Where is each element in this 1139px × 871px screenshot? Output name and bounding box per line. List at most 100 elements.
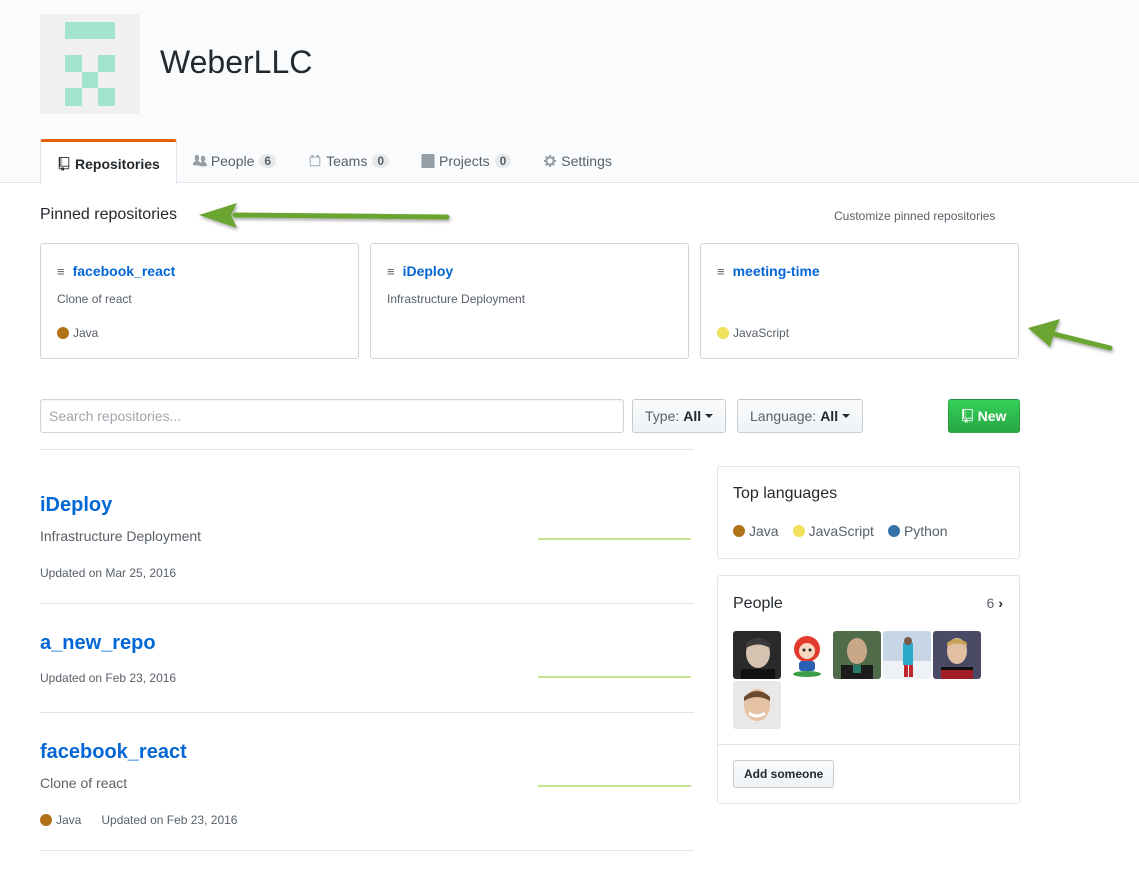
top-languages-list: Java JavaScript Python: [733, 523, 1004, 539]
people-avatars: [733, 631, 993, 729]
language-filter-label: Language:: [750, 408, 817, 424]
top-languages-box: Top languages Java JavaScript Python: [717, 466, 1020, 559]
language-item[interactable]: Java: [733, 523, 779, 539]
org-header: WeberLLC Repositories People 6 Teams 0 P…: [0, 0, 1139, 184]
tab-label: Settings: [561, 153, 612, 169]
pinned-repo-card: ≡ meeting-time JavaScript: [700, 243, 1019, 359]
divider: [40, 850, 694, 851]
repo-name-link[interactable]: facebook_react: [40, 741, 187, 763]
divider: [40, 712, 694, 713]
language-item[interactable]: JavaScript: [792, 523, 874, 539]
pinned-repo-link[interactable]: iDeploy: [403, 263, 454, 279]
pinned-title: Pinned repositories: [40, 206, 177, 223]
language-name: JavaScript: [733, 326, 790, 340]
teams-icon: [308, 154, 322, 168]
repo-list-item: iDeploy Infrastructure Deployment Update…: [40, 494, 694, 594]
repo-lines-icon: ≡: [57, 263, 65, 279]
avatar[interactable]: [933, 631, 981, 679]
type-filter-select[interactable]: Type: All: [632, 399, 727, 433]
org-name: WeberLLC: [160, 44, 313, 80]
repo-list-item: facebook_react Clone of react Java Updat…: [40, 741, 694, 841]
repo-lines-icon: ≡: [717, 263, 725, 279]
people-title: People: [733, 595, 783, 612]
language-color-dot: [733, 525, 745, 537]
language-color-dot: [887, 525, 900, 537]
tab-label: People: [210, 153, 255, 169]
type-filter-label: Type:: [645, 408, 680, 424]
tab-counter: 0: [372, 154, 390, 168]
tab-label: Projects: [439, 153, 490, 169]
avatar[interactable]: [733, 681, 781, 729]
top-languages-title: Top languages: [733, 485, 838, 502]
repo-description: Clone of react: [40, 775, 128, 791]
people-box: People 6 › Add someone: [717, 575, 1020, 804]
divider: [40, 603, 694, 604]
pinned-repo-description: Infrastructure Deployment: [387, 292, 526, 306]
caret-down-icon: [705, 414, 714, 418]
pinned-repo-link[interactable]: meeting-time: [733, 263, 820, 279]
language-color-dot: [40, 814, 52, 826]
repo-description: Infrastructure Deployment: [40, 528, 202, 544]
tab-people[interactable]: People 6: [177, 139, 292, 183]
org-tabs: Repositories People 6 Teams 0 Projects 0: [40, 139, 628, 184]
repo-meta: Java Updated on Feb 23, 2016: [40, 813, 694, 827]
type-filter-value: All: [683, 408, 702, 424]
pinned-repo-language: Java: [57, 326, 98, 340]
search-repositories-input[interactable]: [40, 399, 624, 433]
language-color-dot: [57, 327, 69, 339]
people-icon: [192, 154, 207, 168]
people-count-link[interactable]: 6 ›: [987, 595, 1003, 611]
avatar[interactable]: [833, 631, 881, 679]
language-filter-value: All: [820, 408, 839, 424]
repo-updated: Updated on Feb 23, 2016: [101, 813, 238, 827]
language-name: Java: [749, 523, 779, 539]
divider: [40, 449, 694, 450]
language-name: Java: [73, 326, 99, 340]
pinned-repo-link[interactable]: facebook_react: [73, 263, 176, 279]
chevron-right-icon: ›: [998, 595, 1003, 611]
tab-repositories[interactable]: Repositories: [40, 139, 177, 184]
tab-teams[interactable]: Teams 0: [292, 139, 405, 183]
pinned-repo-language: JavaScript: [717, 326, 789, 340]
customize-pinned-link[interactable]: Customize pinned repositories: [834, 209, 995, 223]
language-filter-select[interactable]: Language: All: [737, 399, 864, 433]
tab-counter: 0: [494, 154, 512, 168]
repo-meta: Updated on Mar 25, 2016: [40, 566, 694, 580]
annotation-arrow-left: [199, 203, 450, 228]
divider: [718, 744, 1019, 745]
pinned-repo-card: ≡ facebook_react Clone of react Java: [40, 243, 359, 359]
caret-down-icon: [842, 414, 851, 418]
activity-sparkline: [538, 538, 691, 540]
repo-name-link[interactable]: iDeploy: [40, 494, 112, 516]
tab-settings[interactable]: Settings: [527, 139, 628, 183]
repo-list-item: a_new_repo Updated on Feb 23, 2016: [40, 632, 694, 702]
repo-icon: [961, 409, 973, 423]
activity-sparkline: [538, 785, 691, 787]
repo-name-link[interactable]: a_new_repo: [40, 632, 156, 654]
activity-sparkline: [538, 676, 691, 678]
tab-projects[interactable]: Projects 0: [405, 139, 527, 183]
repo-icon: [57, 156, 71, 171]
new-button-label: New: [977, 408, 1007, 424]
projects-icon: [421, 154, 435, 168]
avatar[interactable]: [783, 631, 831, 679]
pinned-repo-description: Clone of react: [57, 292, 132, 306]
gear-icon: [543, 154, 557, 168]
avatar[interactable]: [883, 631, 931, 679]
pinned-repo-card: ≡ iDeploy Infrastructure Deployment: [370, 243, 689, 359]
avatar[interactable]: [733, 631, 781, 679]
tab-label: Teams: [326, 153, 368, 169]
repo-language: Java: [56, 813, 82, 827]
org-avatar: [40, 14, 140, 114]
language-item[interactable]: Python: [887, 523, 948, 539]
people-count: 6: [986, 595, 995, 611]
tab-counter: 6: [259, 154, 277, 168]
language-name: Python: [903, 523, 948, 539]
repo-lines-icon: ≡: [387, 263, 395, 279]
new-repository-button[interactable]: New: [948, 399, 1020, 433]
language-color-dot: [792, 525, 805, 537]
annotation-arrow-right: [1028, 319, 1113, 351]
language-name: JavaScript: [808, 523, 874, 539]
add-someone-button[interactable]: Add someone: [733, 760, 835, 788]
repo-updated: Updated on Mar 25, 2016: [40, 566, 177, 580]
